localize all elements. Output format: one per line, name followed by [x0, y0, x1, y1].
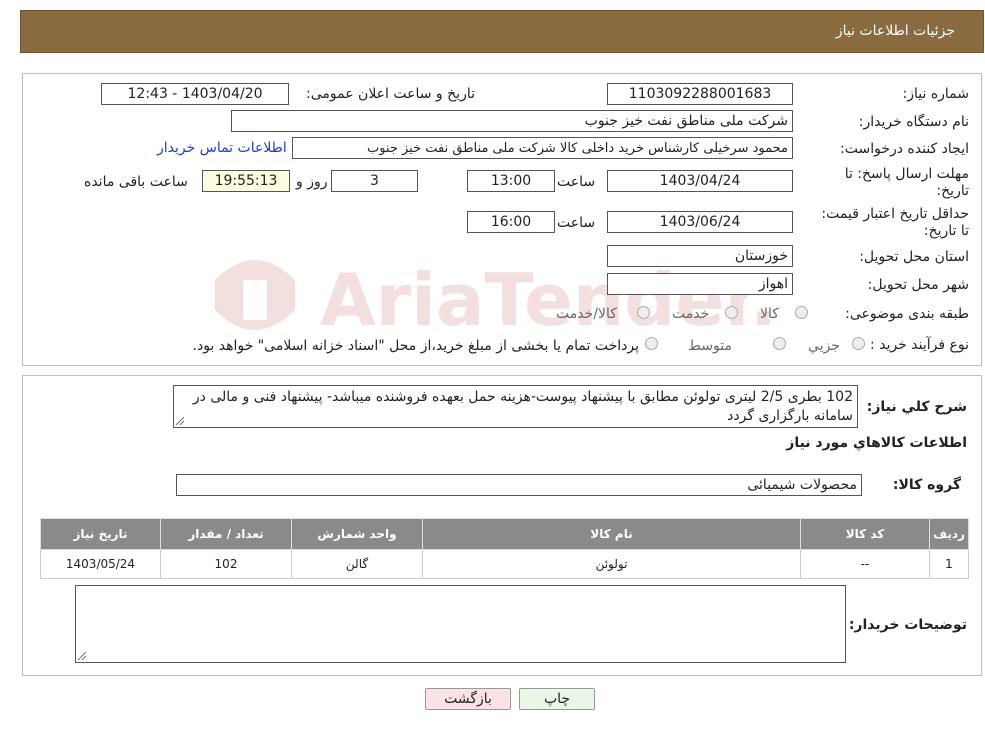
description-field: 102 بطری 2/5 لیتری تولوئن مطابق با پیشنه…: [173, 385, 858, 428]
process-radio-minor[interactable]: [852, 337, 865, 350]
province-field: خوزستان: [607, 245, 793, 267]
goods-group-label: گروه کالا:: [892, 477, 961, 493]
requester-field: محمود سرخیلی کارشناس خرید داخلی کالا شرک…: [292, 137, 793, 159]
resize-handle-icon[interactable]: [176, 417, 184, 425]
items-table-wrapper: ردیف کد کالا نام کالا واحد شمارش تعداد /…: [40, 518, 969, 579]
cell-code: --: [800, 549, 930, 579]
buyer-notes-field[interactable]: [75, 585, 846, 663]
city-label: شهر محل تحویل:: [867, 277, 969, 293]
deadline-label-text: مهلت ارسال پاسخ: تا تاریخ:: [844, 166, 969, 199]
deadline-label: مهلت ارسال پاسخ: تا تاریخ:: [819, 166, 969, 200]
category-radio-goods[interactable]: [795, 306, 808, 319]
table-row: 1 -- تولوئن گالن 102 1403/05/24: [40, 549, 969, 579]
category-option-goods: کالا: [760, 306, 779, 322]
need-number-label: شماره نیاز:: [902, 86, 970, 102]
remaining-days-field: 3: [331, 170, 418, 192]
goods-section-title: اطلاعات کالاهاي مورد نياز: [786, 435, 967, 451]
deadline-date-field: 1403/04/24: [607, 170, 793, 192]
cell-qty: 102: [160, 549, 292, 579]
cell-unit: گالن: [291, 549, 423, 579]
remaining-time-field: 19:55:13: [202, 170, 290, 192]
category-label: طبقه بندی موضوعی:: [845, 306, 969, 322]
page-title: جزئیات اطلاعات نیاز: [835, 23, 955, 39]
category-option-goods-service: کالا/خدمت: [556, 306, 617, 322]
page-header: جزئیات اطلاعات نیاز: [20, 10, 984, 53]
buyer-org-field: شرکت ملی مناطق نفت خیز جنوب: [231, 110, 793, 132]
category-option-service: خدمت: [672, 306, 710, 322]
city-field: اهواز: [607, 273, 793, 295]
deadline-time-label: ساعت: [557, 174, 596, 190]
buyer-org-label: نام دستگاه خریدار:: [858, 114, 969, 130]
validity-time-field: 16:00: [467, 211, 555, 233]
goods-group-field: محصولات شیمیائی: [176, 474, 862, 496]
validity-label-text: حداقل تاریخ اعتبار قیمت: تا تاریخ:: [821, 206, 969, 239]
process-option-minor: جزيي: [808, 338, 840, 354]
process-option-medium: متوسط: [688, 338, 732, 354]
process-radio-treasury[interactable]: [645, 337, 658, 350]
col-header-code: کد کالا: [800, 518, 930, 550]
cell-row: 1: [929, 549, 969, 579]
col-header-qty: تعداد / مقدار: [160, 518, 292, 550]
col-header-date: تاریخ نیاز: [40, 518, 161, 550]
category-radio-goods-service[interactable]: [637, 306, 650, 319]
print-button[interactable]: چاپ: [519, 688, 595, 710]
remaining-time-label: ساعت باقی مانده: [84, 174, 188, 190]
validity-label: حداقل تاریخ اعتبار قیمت: تا تاریخ:: [819, 206, 969, 240]
deadline-time-field: 13:00: [467, 170, 555, 192]
category-radio-service[interactable]: [725, 306, 738, 319]
validity-time-label: ساعت: [557, 215, 596, 231]
cell-date: 1403/05/24: [40, 549, 161, 579]
buyer-contact-link[interactable]: اطلاعات تماس خریدار: [157, 140, 287, 156]
description-label: شرح کلي نياز:: [866, 399, 967, 415]
col-header-name: نام کالا: [422, 518, 801, 550]
requester-label: ایجاد کننده درخواست:: [840, 141, 969, 157]
remaining-days-label: روز و: [296, 174, 328, 190]
col-header-unit: واحد شمارش: [291, 518, 423, 550]
need-number-field: 1103092288001683: [607, 83, 793, 105]
province-label: استان محل تحویل:: [859, 249, 969, 265]
announce-datetime-field: 1403/04/20 - 12:43: [101, 83, 289, 105]
items-table-header: ردیف کد کالا نام کالا واحد شمارش تعداد /…: [40, 518, 969, 550]
process-radio-medium[interactable]: [773, 337, 786, 350]
cell-name: تولوئن: [422, 549, 801, 579]
col-header-row: ردیف: [929, 518, 969, 550]
announce-datetime-label: تاریخ و ساعت اعلان عمومی:: [306, 86, 475, 102]
treasury-note: پرداخت تمام یا بخشی از مبلغ خرید،از محل …: [192, 338, 639, 354]
notes-resize-handle-icon[interactable]: [78, 652, 86, 660]
process-label: نوع فرآیند خرید :: [870, 337, 969, 353]
items-table: ردیف کد کالا نام کالا واحد شمارش تعداد /…: [40, 518, 969, 579]
back-button[interactable]: بازگشت: [425, 688, 511, 710]
buyer-notes-label: توضیحات خریدار:: [848, 617, 967, 633]
validity-date-field: 1403/06/24: [607, 211, 793, 233]
